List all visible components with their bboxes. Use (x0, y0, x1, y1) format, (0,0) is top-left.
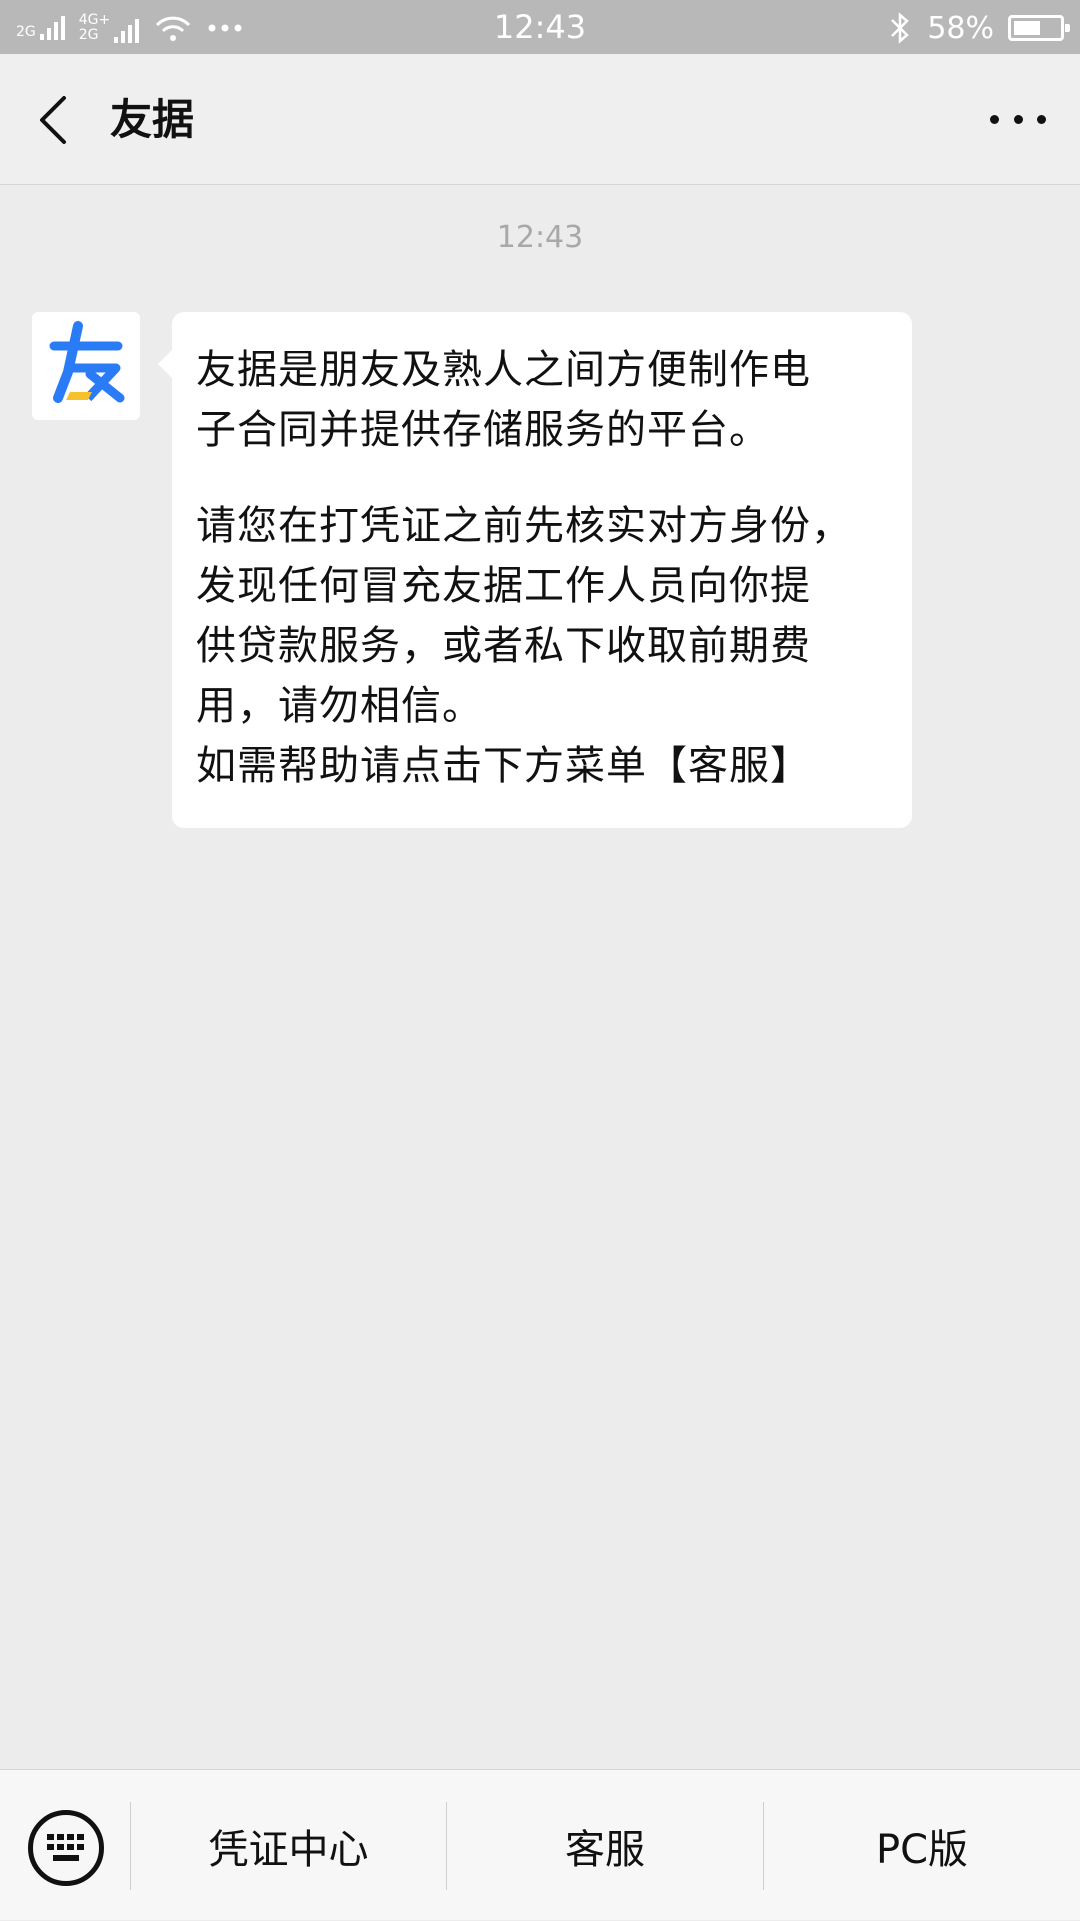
title-bar: 友据 (0, 54, 1080, 185)
battery-icon (1008, 15, 1070, 41)
message-line: 发现任何冒充友据工作人员向你提 (196, 563, 811, 609)
message-timestamp: 12:43 (496, 220, 584, 255)
message-line: 用，请勿相信。 (196, 683, 483, 729)
status-bar: 2G 4G+ 2G 12:43 58% (0, 0, 1080, 54)
more-dot-icon (1013, 114, 1023, 124)
message-line: 友据是朋友及熟人之间方便制作电 (196, 347, 811, 393)
battery-level (1014, 21, 1040, 35)
message-bubble[interactable]: 友据是朋友及熟人之间方便制作电 子合同并提供存储服务的平台。 请您在打凭证之前先… (158, 312, 912, 828)
youju-logo-icon (49, 321, 125, 403)
more-button[interactable] (990, 104, 1046, 134)
message-line: 子合同并提供存储服务的平台。 (196, 407, 770, 453)
menu-item-pc-version[interactable]: PC版 (764, 1770, 1080, 1921)
message-line: 如需帮助请点击下方菜单【客服】 (196, 743, 811, 789)
message-line: 请您在打凭证之前先核实对方身份， (196, 503, 852, 549)
avatar[interactable] (32, 312, 140, 420)
menu-item-voucher-center[interactable]: 凭证中心 (131, 1770, 446, 1921)
back-button[interactable] (30, 90, 80, 150)
battery-percent: 58% (927, 10, 994, 46)
status-right: 58% (887, 8, 1070, 48)
more-dot-icon (1037, 114, 1046, 124)
page-title: 友据 (110, 95, 195, 144)
keyboard-toggle-button[interactable] (28, 1810, 104, 1886)
more-dot-icon (990, 114, 999, 124)
bottom-menu: 凭证中心 客服 PC版 (0, 1769, 1080, 1920)
bluetooth-icon (891, 12, 910, 44)
chevron-left-icon (40, 96, 66, 144)
keyboard-icon (47, 1834, 84, 1861)
message-line: 供贷款服务，或者私下收取前期费 (196, 623, 811, 669)
menu-item-customer-service[interactable]: 客服 (447, 1770, 763, 1921)
